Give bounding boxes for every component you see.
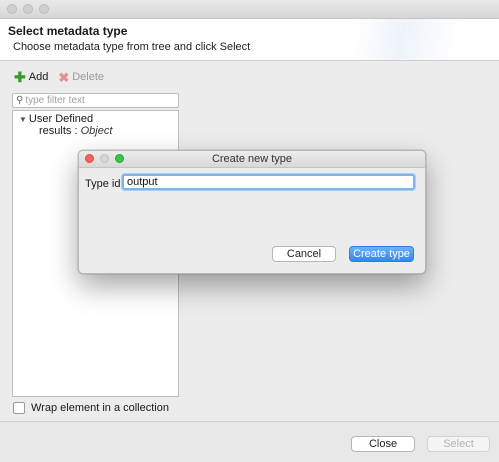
search-icon: ⚲: [16, 94, 24, 106]
tree-node-user-defined[interactable]: ▼ User Defined: [19, 113, 93, 125]
page-title: Select metadata type: [8, 24, 128, 38]
create-type-dialog: Create new type Type id: Cancel Create t…: [78, 150, 426, 274]
toolbar: ✚ Add ✖ Delete: [14, 68, 105, 85]
type-id-input[interactable]: [122, 174, 415, 190]
plus-icon: ✚: [14, 68, 26, 85]
cancel-button[interactable]: Cancel: [272, 246, 336, 262]
wrap-collection-option[interactable]: Wrap element in a collection: [13, 402, 169, 414]
dialog-title: Create new type: [211, 153, 293, 165]
add-button[interactable]: ✚ Add: [14, 68, 49, 85]
wrap-collection-checkbox[interactable]: [13, 402, 25, 414]
triangle-down-icon[interactable]: ▼: [19, 115, 27, 124]
add-button-label: Add: [28, 71, 49, 83]
select-button[interactable]: Select: [427, 436, 490, 452]
page-description: Choose metadata type from tree and click…: [13, 41, 251, 53]
close-button[interactable]: Close: [351, 436, 415, 452]
wrap-collection-label: Wrap element in a collection: [31, 402, 169, 414]
tree-child-results[interactable]: results : Object: [39, 125, 112, 137]
dialog-titlebar: Create new type: [79, 151, 425, 168]
tree-child-name: results :: [39, 125, 78, 137]
delete-button[interactable]: ✖ Delete: [58, 69, 105, 85]
delete-button-label: Delete: [72, 71, 105, 83]
tree-node-label: User Defined: [28, 113, 94, 125]
delete-x-icon: ✖: [58, 69, 70, 85]
tree-child-type: Object: [80, 125, 113, 137]
filter-input[interactable]: [25, 95, 166, 106]
window-close-icon[interactable]: [7, 4, 17, 14]
window-titlebar: [0, 0, 499, 19]
window-minimize-icon[interactable]: [23, 4, 33, 14]
filter-box: ⚲: [12, 93, 179, 108]
type-id-label: Type id:: [85, 178, 124, 190]
dialog-header: Select metadata type Choose metadata typ…: [0, 19, 499, 61]
create-type-button[interactable]: Create type: [349, 246, 414, 262]
footer-bar: Close Select: [0, 422, 499, 462]
window-zoom-icon[interactable]: [39, 4, 49, 14]
